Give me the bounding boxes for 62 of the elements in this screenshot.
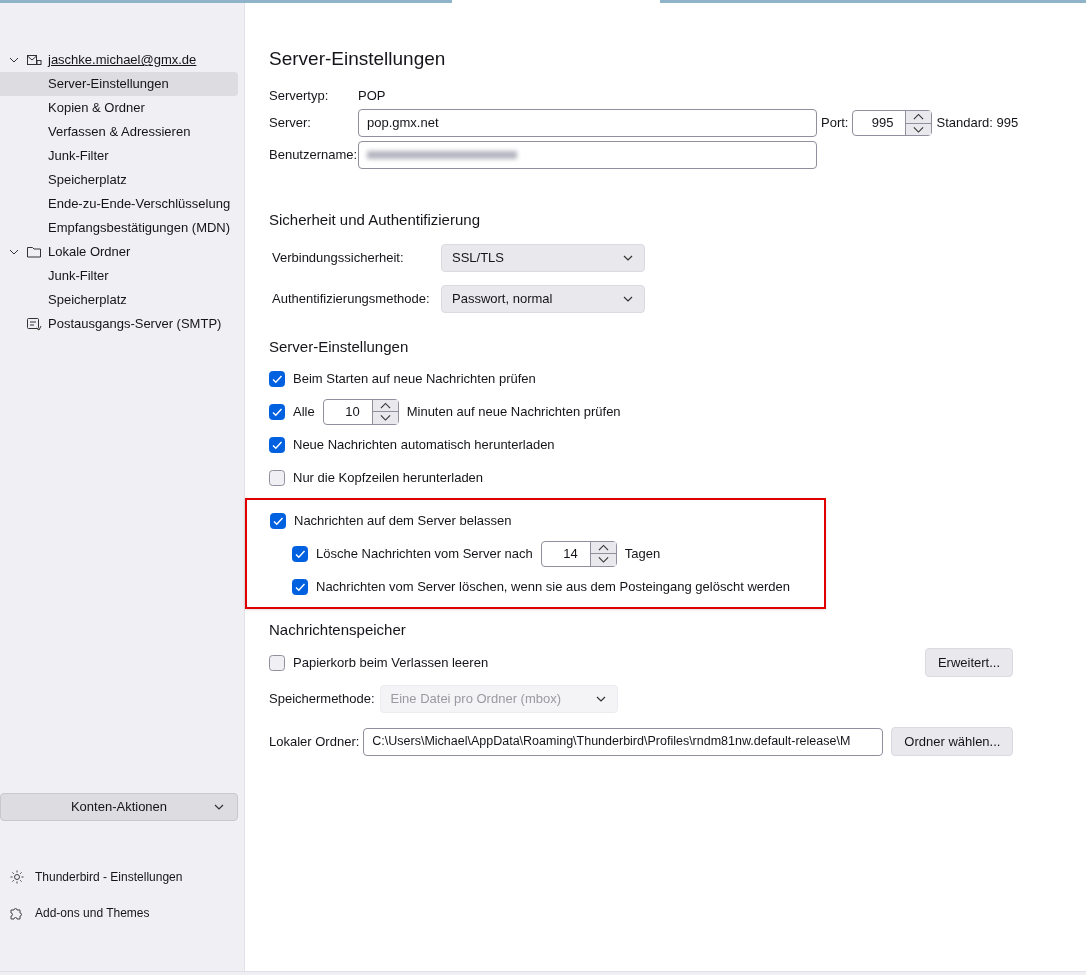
account-name[interactable]: Lokale Ordner — [48, 242, 131, 262]
field-label: Authentifizierungsmethode: — [272, 290, 431, 309]
field-label: Lokaler Ordner: — [269, 732, 360, 751]
sidebar-item[interactable]: Junk-Filter — [0, 264, 238, 288]
field-label: Speichermethode: — [269, 689, 375, 708]
outbox-icon — [26, 316, 42, 332]
account-name[interactable]: jaschke.michael@gmx.de — [48, 50, 197, 70]
checkbox[interactable] — [269, 469, 285, 486]
option-label: Lösche Nachrichten vom Server nach — [316, 544, 533, 563]
default-port-label: Standard: 995 — [936, 114, 1019, 133]
checkbox[interactable] — [269, 436, 285, 453]
checkbox[interactable] — [269, 403, 285, 420]
sidebar-item[interactable]: Speicherplatz — [0, 168, 238, 192]
folder-icon — [26, 244, 42, 260]
page-title: Server-Einstellungen — [269, 47, 447, 71]
option-label: Papierkorb beim Verlassen leeren — [293, 653, 489, 672]
sidebar-item[interactable]: Server-Einstellungen — [0, 72, 238, 96]
sidebar-item[interactable]: Kopien & Ordner — [0, 96, 238, 120]
local-folder-field[interactable]: C:\Users\Michael\AppData\Roaming\Thunderbird\Profiles\rndm81nw.default-release\M — [363, 727, 884, 756]
field-label: Server: — [269, 114, 312, 133]
option-label: Neue Nachrichten automatisch herunterladen — [293, 435, 555, 454]
account-name[interactable]: Postausgangs-Server (SMTP) — [48, 314, 222, 334]
option-label: Minuten auf neue Nachrichten prüfen — [406, 402, 621, 421]
checkbox[interactable] — [269, 654, 285, 671]
mail-account-icon — [26, 52, 42, 68]
checkbox[interactable] — [269, 370, 285, 387]
number-spinner[interactable]: 995 — [852, 110, 933, 136]
sidebar-item[interactable]: Empfangsbestätigungen (MDN) — [0, 216, 238, 240]
dropdown[interactable]: Passwort, normal — [441, 285, 645, 313]
option-label: Alle — [293, 402, 315, 421]
option-label: Tagen — [624, 544, 661, 563]
checkbox[interactable] — [292, 545, 308, 562]
section-title: Sicherheit und Authentifizierung — [269, 210, 481, 230]
option-label: Nachrichten vom Server löschen, wenn sie aus dem Posteingang gelöscht werden — [316, 577, 791, 596]
choose-folder-button[interactable]: Ordner wählen... — [891, 727, 1014, 756]
dropdown[interactable]: SSL/TLS — [441, 244, 645, 272]
sidebar-item[interactable]: Speicherplatz — [0, 288, 238, 312]
username-field[interactable] — [358, 141, 817, 169]
puzzle-icon — [9, 905, 25, 921]
sidebar-item[interactable]: Junk-Filter — [0, 144, 238, 168]
option-label: Nachrichten auf dem Server belassen — [294, 511, 512, 530]
sidebar-item[interactable]: Ende-zu-Ende-Verschlüsselung — [0, 192, 238, 216]
section-title: Server-Einstellungen — [269, 336, 410, 357]
number-spinner[interactable]: 10 — [322, 398, 399, 425]
field-label: Port: — [821, 114, 849, 133]
settings-link[interactable]: Thunderbird - Einstellungen — [0, 859, 244, 895]
option-label: Beim Starten auf neue Nachrichten prüfen — [293, 369, 536, 388]
sidebar-item[interactable]: Verfassen & Adressieren — [0, 120, 238, 144]
checkbox[interactable] — [292, 578, 308, 595]
settings-link[interactable]: Add-ons und Themes — [0, 895, 244, 931]
server-type-value: POP — [358, 86, 387, 105]
account-actions-button[interactable]: Konten-Aktionen — [0, 793, 238, 821]
field-label: Benutzername: — [269, 146, 358, 165]
checkbox[interactable] — [270, 512, 286, 529]
settings-icon — [9, 869, 25, 885]
option-label: Nur die Kopfzeilen herunterladen — [293, 468, 484, 487]
advanced-button[interactable]: Erweitert... — [924, 648, 1013, 677]
server-field[interactable]: pop.gmx.net — [358, 109, 817, 137]
number-spinner[interactable]: 14 — [540, 540, 617, 567]
section-title: Nachrichtenspeicher — [269, 620, 407, 640]
field-label: Servertyp: — [269, 86, 330, 105]
field-label: Verbindungssicherheit: — [272, 249, 405, 268]
